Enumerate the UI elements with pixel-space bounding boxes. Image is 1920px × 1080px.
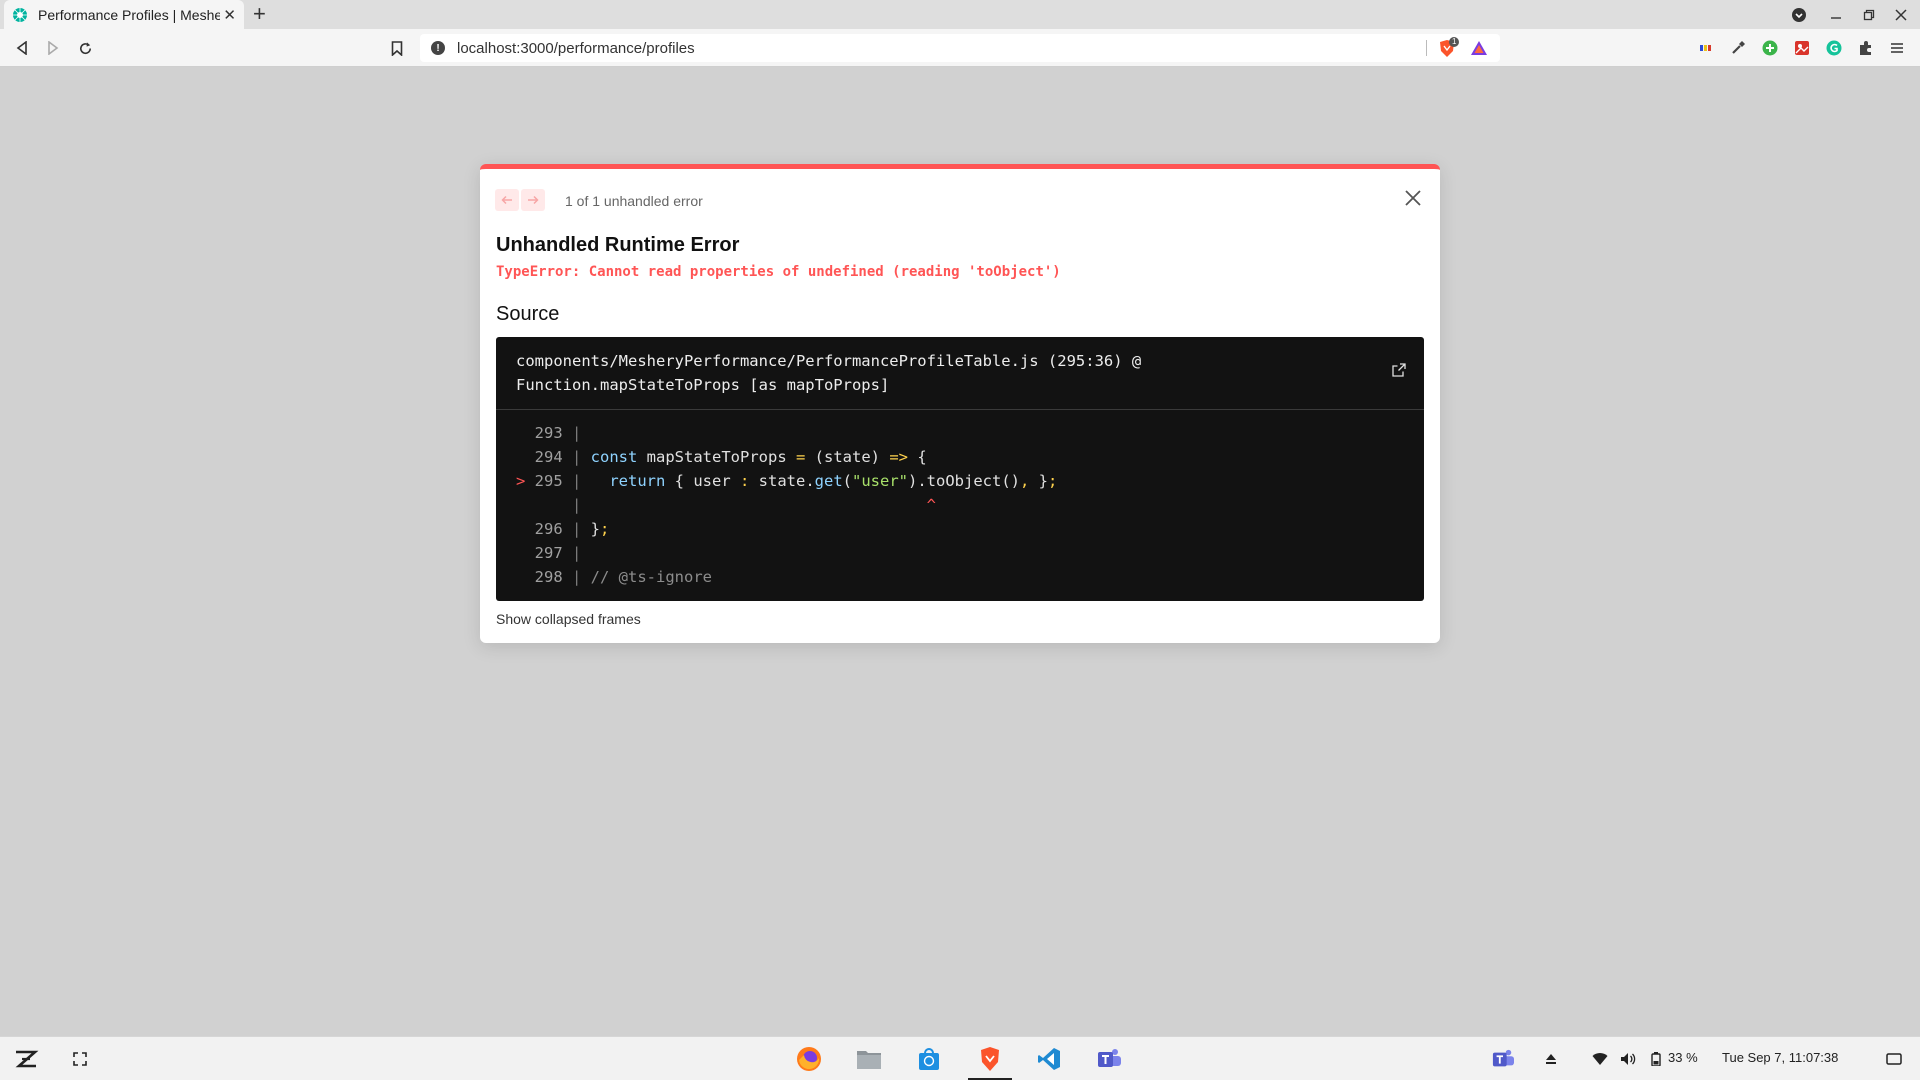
grammarly-icon[interactable] [1824,38,1844,58]
line-code: return { user : state.get("user").toObje… [609,472,1058,490]
shields-count-badge: 1 [1449,37,1460,47]
code-line: 293 | [516,421,1057,445]
code-line: 294 | const mapStateToProps = (state) =>… [516,445,1057,469]
new-tab-button[interactable]: + [253,2,266,26]
address-bar[interactable]: ! localhost:3000/performance/profiles 1 [420,34,1500,62]
battery-percent: 33 % [1668,1050,1698,1065]
open-in-editor-icon[interactable] [1392,363,1406,377]
meshery-favicon-icon [13,7,27,22]
extension-colors-icon[interactable] [1696,38,1716,58]
code-snippet: 293 | 294 | const mapStateToProps = (sta… [516,421,1057,589]
frame-file-path: components/MesheryPerformance/Performanc… [516,352,1142,370]
line-code: const mapStateToProps = (state) => { [590,448,927,466]
workspace-expand-icon[interactable] [66,1045,94,1073]
frame-function-name: Function.mapStateToProps [as mapToProps] [516,376,890,394]
firefox-icon[interactable] [795,1045,823,1073]
wifi-icon[interactable] [1586,1045,1614,1073]
error-counter: 1 of 1 unhandled error [565,193,703,209]
files-icon[interactable] [855,1045,883,1073]
line-number: 295 [525,472,563,490]
next-error-button[interactable] [521,189,545,211]
software-store-icon[interactable] [915,1045,943,1073]
line-number: 298 [525,568,563,586]
error-line-marker [516,568,525,586]
error-pager [495,189,547,211]
error-line-marker [516,424,525,442]
battery-icon[interactable] [1642,1045,1670,1073]
code-divider [496,409,1424,410]
error-message: TypeError: Cannot read properties of und… [496,264,1061,280]
line-code: ^ [590,496,936,514]
tab-strip: Performance Profiles | Meshery ✕ + [0,0,1920,29]
line-number: 297 [525,544,563,562]
code-line: | ^ [516,493,1057,517]
tab-close-icon[interactable]: ✕ [223,6,236,24]
tab-search-icon[interactable] [1788,4,1810,26]
dialog-close-button[interactable] [1402,187,1424,209]
eject-icon[interactable] [1537,1045,1565,1073]
clock[interactable]: Tue Sep 7, 11:07:38 [1722,1050,1838,1065]
browser-tab[interactable]: Performance Profiles | Meshery ✕ [4,0,244,29]
teams-tray-icon[interactable] [1489,1045,1517,1073]
error-line-marker [516,544,525,562]
error-line-marker [516,520,525,538]
vscode-icon[interactable] [1035,1045,1063,1073]
line-number: 294 [525,448,563,466]
teams-icon[interactable] [1095,1045,1123,1073]
restore-icon[interactable] [1858,4,1880,26]
error-line-marker [516,448,525,466]
address-bar-divider [1426,40,1427,56]
line-number: 293 [525,424,563,442]
source-code-frame: components/MesheryPerformance/Performanc… [496,337,1424,601]
code-line: > 295 | return { user : state.get("user"… [516,472,1058,490]
code-line: 297 | [516,541,1057,565]
reload-icon[interactable] [74,37,96,59]
zorin-menu-icon[interactable] [12,1045,40,1073]
minimize-icon[interactable] [1825,4,1847,26]
extension-picture-icon[interactable] [1792,38,1812,58]
error-overlay-dialog: 1 of 1 unhandled error Unhandled Runtime… [480,164,1440,643]
brave-rewards-icon[interactable] [1470,40,1488,56]
extension-eyedropper-icon[interactable] [1728,38,1748,58]
system-taskbar: 33 % Tue Sep 7, 11:07:38 [0,1036,1920,1080]
error-title: Unhandled Runtime Error [496,234,740,256]
line-number: 296 [525,520,563,538]
error-line-marker: > [516,472,526,490]
source-heading: Source [496,303,560,325]
brave-browser-icon[interactable] [976,1045,1004,1073]
arrow-right-icon [528,195,539,205]
arrow-left-icon [501,195,512,205]
show-collapsed-frames-button[interactable]: Show collapsed frames [496,611,641,627]
code-line: 298 | // @ts-ignore [516,565,1057,589]
frame-location[interactable]: components/MesheryPerformance/Performanc… [516,349,1141,397]
previous-error-button[interactable] [495,189,519,211]
close-icon [1405,190,1421,206]
back-icon[interactable] [11,37,33,59]
url-text: localhost:3000/performance/profiles [457,39,695,57]
line-code: }; [590,520,610,538]
line-number [525,496,562,514]
bookmark-icon[interactable] [386,37,408,59]
browser-menu-icon[interactable] [1887,38,1907,58]
window-close-icon[interactable] [1890,4,1912,26]
code-line: 296 | }; [516,517,1057,541]
error-line-marker [516,496,525,514]
extension-plus-icon[interactable] [1760,38,1780,58]
site-info-icon[interactable]: ! [431,41,445,55]
volume-icon[interactable] [1614,1045,1642,1073]
line-code: // @ts-ignore [590,568,712,586]
browser-toolbar: ! localhost:3000/performance/profiles 1 [0,29,1920,67]
show-desktop-icon[interactable] [1880,1045,1908,1073]
forward-icon[interactable] [42,37,64,59]
extensions-puzzle-icon[interactable] [1856,38,1876,58]
tab-title: Performance Profiles | Meshery [38,6,220,23]
